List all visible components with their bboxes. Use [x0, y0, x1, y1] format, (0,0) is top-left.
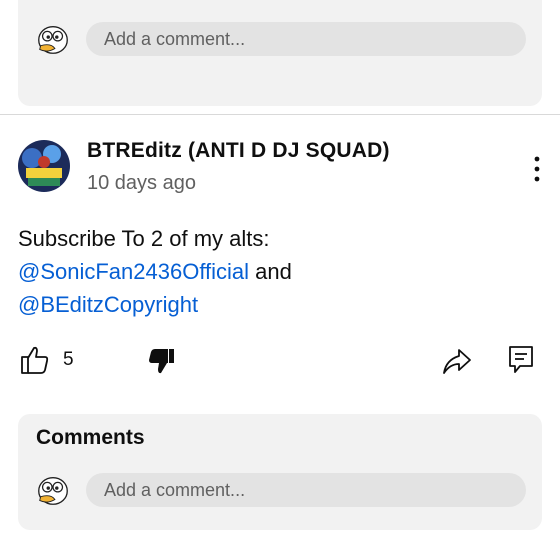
- author-avatar-image-icon: [18, 140, 70, 192]
- comment-timestamp: 10 days ago: [87, 172, 196, 194]
- comment-mention-line-2: @BEditzCopyright: [18, 288, 538, 321]
- share-icon[interactable]: [442, 347, 472, 375]
- more-vertical-icon[interactable]: [528, 154, 546, 184]
- comment-author[interactable]: BTREditz (ANTI D DJ SQUAD): [87, 139, 390, 163]
- add-comment-input[interactable]: Add a comment...: [86, 22, 526, 56]
- comment-body: Subscribe To 2 of my alts: @SonicFan2436…: [18, 222, 538, 321]
- thumb-down-icon[interactable]: [148, 347, 176, 375]
- comments-panel-title: Comments: [36, 426, 145, 449]
- comment-and-text: and: [249, 259, 292, 284]
- comment-text-line: Subscribe To 2 of my alts:: [18, 226, 270, 251]
- user-avatar-icon-2: [38, 476, 68, 505]
- user-avatar-icon: [38, 25, 68, 54]
- section-divider: [0, 114, 560, 115]
- reply-icon[interactable]: [508, 345, 534, 375]
- add-comment-input-2[interactable]: Add a comment...: [86, 473, 526, 507]
- comment-mention-line: @SonicFan2436Official and: [18, 255, 538, 288]
- author-avatar[interactable]: [18, 140, 70, 192]
- thumb-up-icon[interactable]: [20, 345, 50, 375]
- like-count: 5: [63, 349, 74, 370]
- mention-link-2[interactable]: @BEditzCopyright: [18, 292, 198, 317]
- mention-link[interactable]: @SonicFan2436Official: [18, 259, 249, 284]
